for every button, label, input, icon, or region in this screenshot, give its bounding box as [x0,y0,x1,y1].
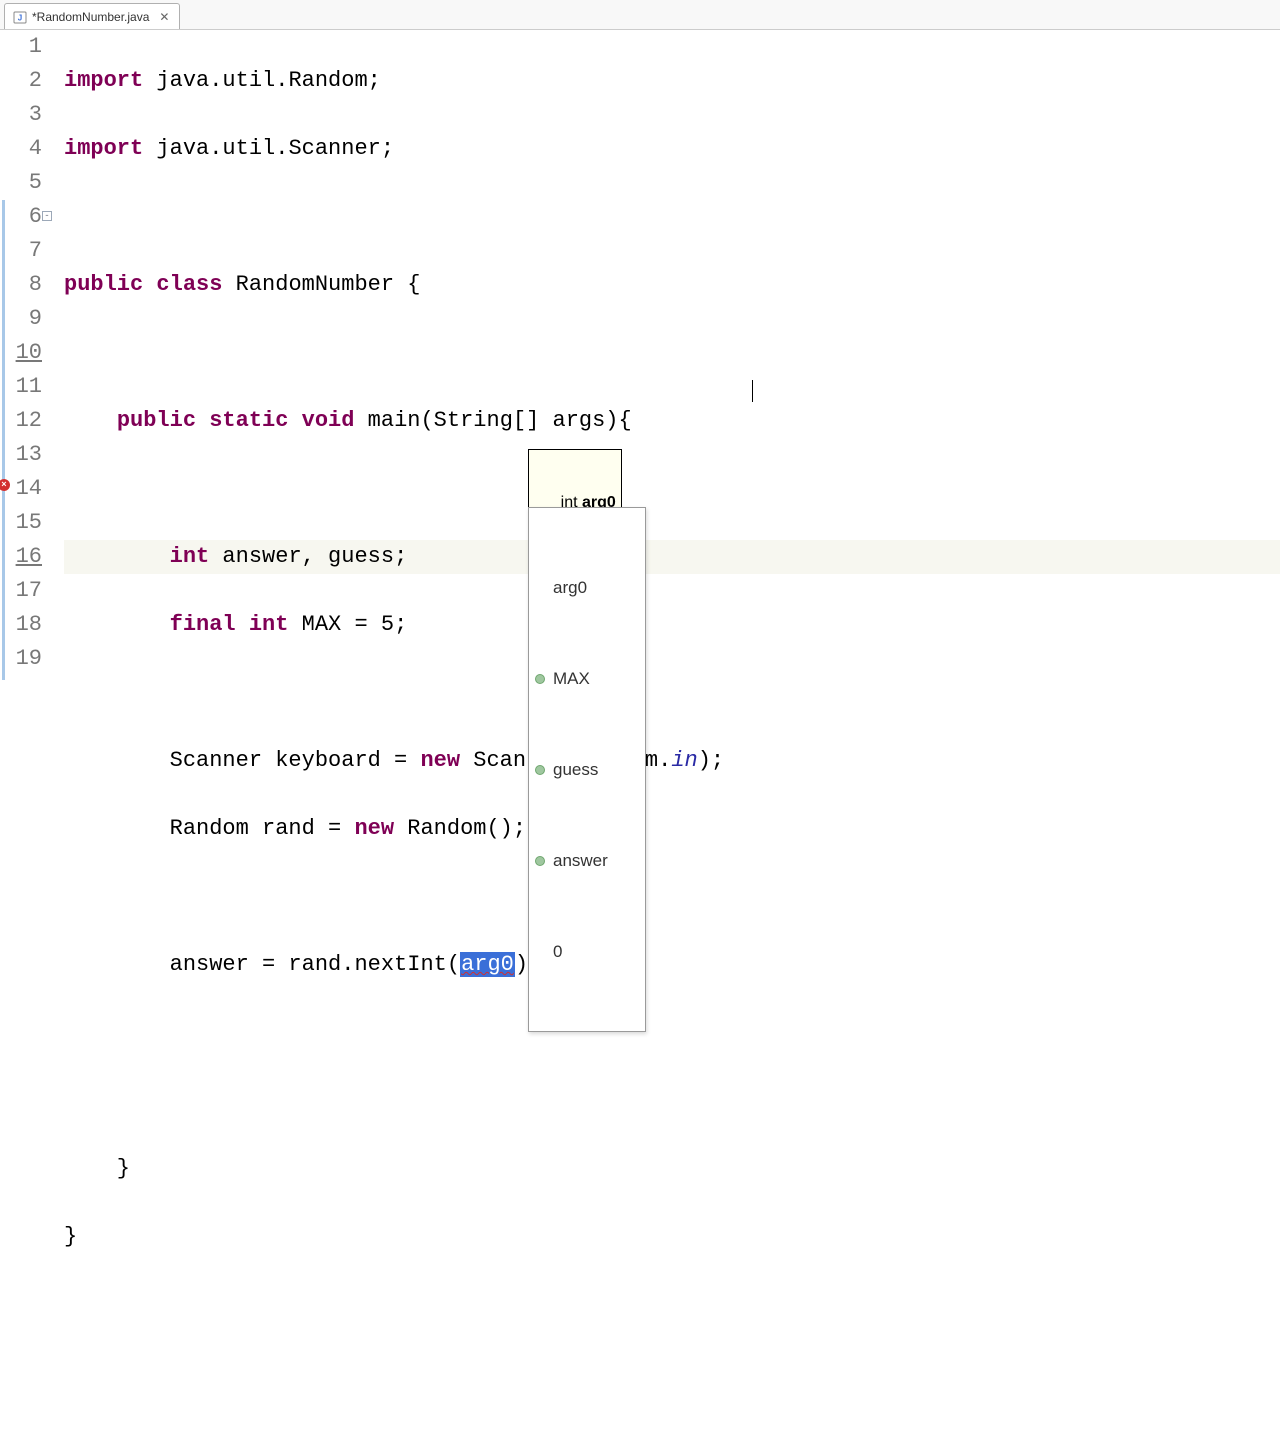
suggest-label: arg0 [553,571,587,605]
code-line[interactable] [64,1084,1280,1118]
line-number: 16 [16,544,42,569]
code-line[interactable] [64,200,1280,234]
svg-text:J: J [18,13,22,22]
selected-parameter[interactable]: arg0 [460,952,515,977]
suggest-spacer [535,947,545,957]
line-number: 11 [16,374,42,399]
code-line[interactable] [64,1016,1280,1050]
line-number: 13 [16,442,42,467]
code-line[interactable] [64,676,1280,710]
line-number: 14 [16,476,42,501]
line-number: 6 [29,204,42,229]
suggest-label: answer [553,844,608,878]
variable-icon [535,765,545,775]
java-file-icon: J [13,10,27,24]
line-number: 12 [16,408,42,433]
suggest-label: MAX [553,662,590,696]
suggest-item[interactable]: 0 [529,940,645,963]
suggest-label: 0 [553,935,562,969]
close-icon[interactable]: ✕ [157,10,171,24]
suggest-item[interactable]: answer [529,849,645,872]
variable-icon [535,856,545,866]
code-line[interactable]: import java.util.Scanner; [64,132,1280,166]
line-number: 3 [29,102,42,127]
code-line[interactable]: answer = rand.nextInt(arg0) [64,948,1280,982]
code-line[interactable]: public static void main(String[] args){ [64,404,1280,438]
code-line[interactable] [64,336,1280,370]
file-tab-label: *RandomNumber.java [32,10,149,24]
code-line[interactable] [64,472,1280,506]
line-number: 5 [29,170,42,195]
line-number: 8 [29,272,42,297]
suggest-item[interactable]: guess [529,758,645,781]
line-number: 15 [16,510,42,535]
line-number: 4 [29,136,42,161]
suggest-item[interactable]: MAX [529,667,645,690]
line-number: 7 [29,238,42,263]
editor-tab-bar: J *RandomNumber.java ✕ [0,0,1280,30]
code-line[interactable]: Random rand = new Random(); [64,812,1280,846]
code-line[interactable]: import java.util.Random; [64,64,1280,98]
line-number: 9 [29,306,42,331]
line-number: 1 [29,34,42,59]
code-line[interactable]: Scanner keyboard = new Scanner(System.in… [64,744,1280,778]
line-number: 19 [16,646,42,671]
code-content[interactable]: import java.util.Random; import java.uti… [52,30,1280,720]
code-line[interactable] [64,1288,1280,1322]
suggest-label: guess [553,753,598,787]
suggest-spacer [535,583,545,593]
line-number: 10 [16,340,42,365]
code-line[interactable]: final int MAX = 5; [64,608,1280,642]
suggest-item[interactable]: arg0 [529,576,645,599]
autocomplete-popup[interactable]: arg0 MAX guess answer 0 [528,507,646,1032]
code-line[interactable]: public class RandomNumber { [64,268,1280,302]
line-number: 2 [29,68,42,93]
text-cursor [752,380,753,402]
fold-icon[interactable]: - [42,211,52,221]
code-editor[interactable]: × 1 2 3 4 5 6- 7 8 9 10 11 12 13 14 15 1… [0,30,1280,720]
code-line[interactable]: int answer, guess; [64,540,1280,574]
line-number: 17 [16,578,42,603]
line-number-gutter: 1 2 3 4 5 6- 7 8 9 10 11 12 13 14 15 16 … [6,30,52,720]
line-number: 18 [16,612,42,637]
variable-icon [535,674,545,684]
code-line[interactable]: } [64,1152,1280,1186]
code-line[interactable]: } [64,1220,1280,1254]
file-tab[interactable]: J *RandomNumber.java ✕ [4,3,180,29]
code-line[interactable] [64,880,1280,914]
